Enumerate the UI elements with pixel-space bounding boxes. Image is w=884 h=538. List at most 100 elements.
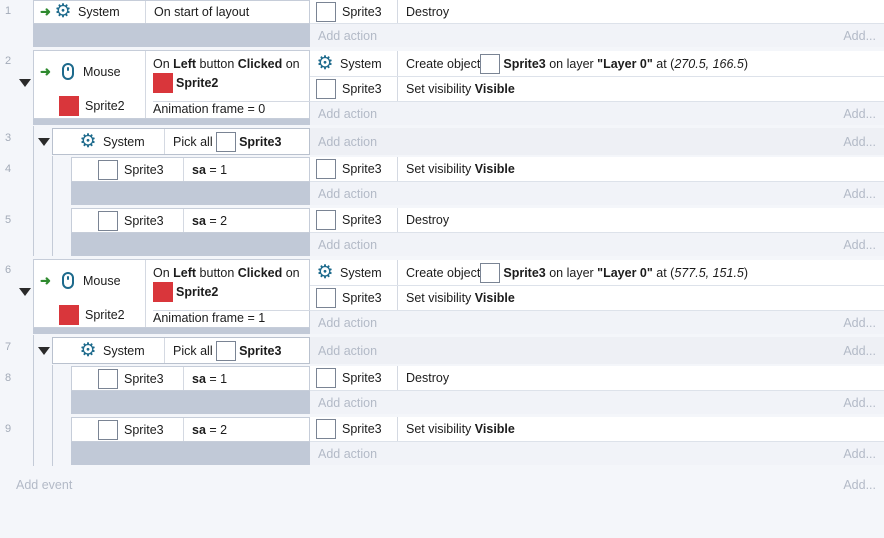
add-more-button[interactable]: Add... (843, 396, 876, 410)
sprite3-icon (316, 210, 336, 230)
action-row[interactable]: Sprite3 Set visibility Visible (310, 157, 884, 182)
condition-text: Animation frame = 0 (153, 101, 310, 116)
condition-text: sa = 2 (192, 422, 228, 437)
gear-icon: ⚙ (316, 52, 334, 74)
sprite3-icon (316, 1, 336, 22)
condition-object: Sprite3 (124, 213, 164, 228)
sprite3-icon (480, 53, 501, 74)
mouse-icon (62, 272, 74, 289)
condition-group[interactable]: ➜ Mouse Sprite2 On Left button Clicked on… (33, 50, 310, 119)
add-more-button[interactable]: Add... (843, 447, 876, 461)
add-action-button[interactable]: Add action Add... (310, 233, 884, 256)
condition-text: Pick all Sprite3 (165, 340, 281, 361)
action-object: System (340, 265, 382, 280)
condition-object: System (78, 5, 120, 19)
action-object: Sprite3 (342, 162, 382, 176)
action-object: Sprite3 (342, 82, 382, 96)
sprite3-icon (98, 419, 118, 440)
collapse-toggle-icon[interactable] (38, 347, 50, 355)
add-event-more-button[interactable]: Add... (843, 478, 876, 492)
add-more-button[interactable]: Add... (843, 344, 876, 358)
condition-group[interactable]: ➜ Mouse Sprite2 On Left button Clicked on… (33, 259, 310, 328)
add-event-button[interactable]: Add event (16, 478, 72, 492)
add-action-button[interactable]: Add action Add... (310, 442, 884, 465)
action-text: Set visibility Visible (406, 422, 515, 436)
action-object: System (340, 56, 382, 71)
add-action-button[interactable]: Add action Add... (310, 24, 884, 47)
action-row[interactable]: Sprite3 Destroy (310, 0, 884, 24)
action-row[interactable]: Sprite3 Destroy (310, 208, 884, 233)
action-row[interactable]: Sprite3 Destroy (310, 366, 884, 391)
trigger-arrow-icon: ➜ (40, 63, 51, 79)
condition-object: Sprite3 (124, 422, 164, 437)
collapse-toggle-icon[interactable] (19, 79, 31, 87)
gear-icon: ⚙ (79, 130, 97, 152)
sprite3-icon (316, 419, 336, 439)
action-object: Sprite3 (342, 371, 382, 385)
sprite3-icon (316, 159, 336, 179)
event-number: 8 (4, 372, 12, 384)
action-row[interactable]: ⚙ System Create object Sprite3 on layer "… (310, 260, 884, 286)
condition-object: Sprite3 (124, 162, 164, 177)
condition-row[interactable]: Sprite3 sa = 1 (71, 157, 310, 182)
condition-row[interactable]: ⚙ System Pick all Sprite3 (52, 128, 310, 155)
action-text: Create object Sprite3 on layer "Layer 0"… (398, 262, 748, 283)
condition-object: Mouse (83, 273, 121, 288)
condition-row[interactable]: Sprite3 sa = 1 (71, 366, 310, 391)
add-more-button[interactable]: Add... (843, 238, 876, 252)
action-object: Sprite3 (342, 213, 382, 227)
add-action-button[interactable]: Add action Add... (310, 128, 884, 155)
condition-object: Sprite3 (124, 371, 164, 386)
condition-text: sa = 2 (192, 213, 228, 228)
condition-text: sa = 1 (192, 162, 228, 177)
gear-icon: ⚙ (54, 1, 72, 22)
add-more-button[interactable]: Add... (843, 107, 876, 121)
add-action-button[interactable]: Add action Add... (310, 337, 884, 364)
trigger-arrow-icon: ➜ (40, 272, 51, 288)
add-more-button[interactable]: Add... (843, 187, 876, 201)
add-more-button[interactable]: Add... (843, 29, 876, 43)
condition-row[interactable]: Sprite3 sa = 2 (71, 208, 310, 233)
action-object: Sprite3 (342, 291, 382, 305)
sprite3-icon (316, 368, 336, 388)
add-action-button[interactable]: Add action Add... (310, 391, 884, 414)
action-text: Set visibility Visible (406, 162, 515, 176)
condition-row[interactable]: ⚙ System Pick all Sprite3 (52, 337, 310, 364)
condition-object: Sprite2 (85, 99, 125, 113)
condition-object: Sprite2 (85, 308, 125, 322)
add-more-button[interactable]: Add... (843, 135, 876, 149)
condition-target: Sprite2 (176, 285, 219, 299)
add-more-button[interactable]: Add... (843, 316, 876, 330)
action-text: Set visibility Visible (406, 291, 515, 305)
action-object: Sprite3 (342, 4, 382, 19)
condition-text: On Left button Clicked on (153, 266, 300, 280)
sprite3-icon (98, 368, 118, 389)
collapse-toggle-icon[interactable] (19, 288, 31, 296)
action-text: Set visibility Visible (406, 82, 515, 96)
condition-text: Animation frame = 1 (153, 310, 310, 325)
trigger-arrow-icon: ➜ (40, 4, 51, 19)
condition-text: On Left button Clicked on (153, 57, 300, 71)
sprite2-icon (59, 305, 79, 325)
sprite3-icon (216, 340, 237, 361)
action-row[interactable]: Sprite3 Set visibility Visible (310, 286, 884, 311)
condition-text: On start of layout (154, 5, 250, 19)
action-row[interactable]: Sprite3 Set visibility Visible (310, 77, 884, 102)
action-row[interactable]: Sprite3 Set visibility Visible (310, 417, 884, 442)
add-action-button[interactable]: Add action Add... (310, 311, 884, 334)
condition-row[interactable]: Sprite3 sa = 2 (71, 417, 310, 442)
add-action-button[interactable]: Add action Add... (310, 182, 884, 205)
sprite3-icon (98, 210, 118, 231)
mouse-icon (62, 63, 74, 80)
action-text: Create object Sprite3 on layer "Layer 0"… (398, 53, 748, 74)
condition-row[interactable]: ➜ ⚙ System On start of layout (33, 0, 310, 24)
sprite3-icon (480, 262, 501, 283)
collapse-toggle-icon[interactable] (38, 138, 50, 146)
condition-objects: ➜ Mouse Sprite2 (34, 260, 146, 327)
condition-object: System (103, 134, 145, 149)
condition-text: sa = 1 (192, 371, 228, 386)
event-number: 1 (4, 5, 12, 17)
add-action-button[interactable]: Add action Add... (310, 102, 884, 125)
action-row[interactable]: ⚙ System Create object Sprite3 on layer "… (310, 51, 884, 77)
action-text: Destroy (406, 4, 450, 19)
